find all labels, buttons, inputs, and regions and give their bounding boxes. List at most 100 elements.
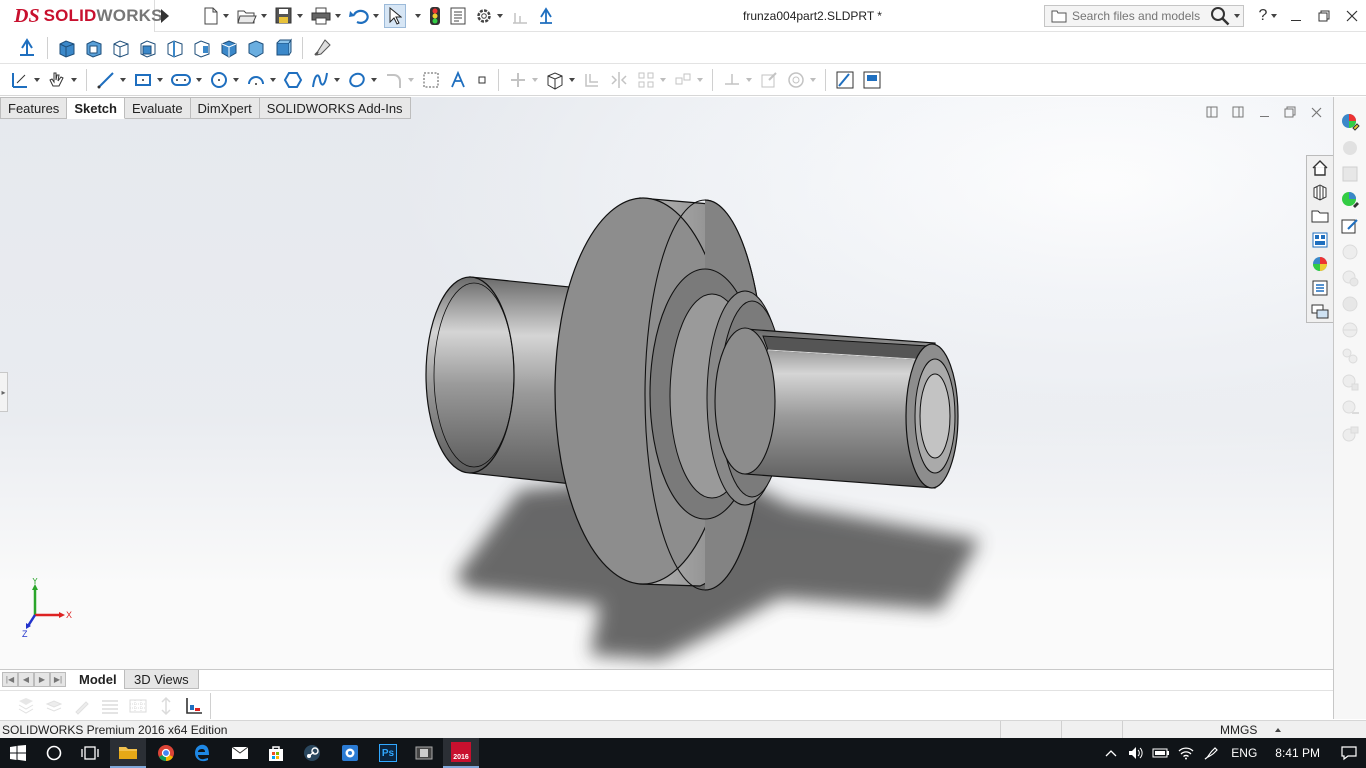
smart-dimension-button[interactable] <box>8 68 42 92</box>
unit-system[interactable]: MMGS <box>1220 723 1257 737</box>
sweep-boss-button[interactable] <box>109 36 133 60</box>
arc-button[interactable] <box>244 68 278 92</box>
select-button[interactable] <box>384 4 406 28</box>
exit-sketch-button[interactable] <box>14 36 40 60</box>
schedule-render-button[interactable] <box>1339 423 1361 444</box>
view-tool-7-button[interactable] <box>182 694 206 718</box>
part-model[interactable] <box>0 97 1333 672</box>
tray-show-hidden-button[interactable] <box>1098 738 1123 768</box>
taskbar-file-explorer[interactable] <box>110 738 146 768</box>
close-button[interactable] <box>1338 0 1366 32</box>
file-explorer-tab[interactable] <box>1310 206 1331 226</box>
taskbar-app-blue[interactable] <box>332 738 368 768</box>
rapid-sketch-button[interactable] <box>833 68 857 92</box>
mirror-entities-button[interactable] <box>607 68 631 92</box>
tray-language[interactable]: ENG <box>1223 746 1265 760</box>
search-cortana-button[interactable] <box>36 738 72 768</box>
tab-evaluate[interactable]: Evaluate <box>124 97 191 119</box>
tray-network-button[interactable] <box>1173 738 1198 768</box>
polygon-button[interactable] <box>281 68 305 92</box>
render-region-button[interactable] <box>1339 371 1361 392</box>
viewport-close-button[interactable] <box>1307 103 1325 121</box>
spline-button[interactable] <box>308 68 342 92</box>
chamfer-button[interactable] <box>244 36 268 60</box>
text-button[interactable] <box>446 68 470 92</box>
view-tool-5-button[interactable] <box>126 694 150 718</box>
revolve-boss-button[interactable] <box>82 36 106 60</box>
undo-button[interactable] <box>346 4 382 28</box>
ellipse-button[interactable] <box>345 68 379 92</box>
boundary-boss-button[interactable] <box>163 36 187 60</box>
viewport-restore-button[interactable] <box>1281 103 1299 121</box>
feature-manager-flyout-handle[interactable]: ▸ <box>0 372 8 412</box>
start-button[interactable] <box>0 738 36 768</box>
action-center-button[interactable] <box>1332 738 1366 768</box>
linear-pattern-button[interactable] <box>634 68 668 92</box>
first-tab-button[interactable]: |◀ <box>2 672 18 687</box>
tray-battery-button[interactable] <box>1148 738 1173 768</box>
sketch-pan-button[interactable] <box>45 68 79 92</box>
open-button[interactable] <box>234 4 270 28</box>
minimize-button[interactable] <box>1282 0 1310 32</box>
chevron-up-icon[interactable] <box>1275 728 1281 732</box>
tray-clock[interactable]: 8:41 PM <box>1265 746 1332 760</box>
taskbar-solidworks[interactable]: 2016 <box>443 738 479 768</box>
extrude-boss-button[interactable] <box>55 36 79 60</box>
forum-tab[interactable] <box>1310 302 1331 322</box>
custom-properties-tab[interactable] <box>1310 278 1331 298</box>
solidworks-logo[interactable]: DS SOLIDWORKS <box>0 0 163 32</box>
offset-entities-button[interactable] <box>580 68 604 92</box>
display-relations-button[interactable] <box>720 68 754 92</box>
tray-pen-button[interactable] <box>1198 738 1223 768</box>
viewport-tile-right-button[interactable] <box>1229 103 1247 121</box>
rectangle-button[interactable] <box>131 68 165 92</box>
menu-expand-button[interactable] <box>157 5 173 27</box>
graphics-viewport[interactable] <box>0 97 1333 672</box>
instant2d-button[interactable] <box>860 68 884 92</box>
extruded-cut-button[interactable] <box>190 36 214 60</box>
tab-features[interactable]: Features <box>0 97 68 119</box>
line-button[interactable] <box>94 68 128 92</box>
plane-button[interactable] <box>419 68 443 92</box>
new-document-button[interactable] <box>200 4 232 28</box>
scene-button[interactable] <box>1339 137 1361 158</box>
view-tool-2-button[interactable] <box>42 694 66 718</box>
slot-button[interactable] <box>168 68 204 92</box>
tab-3d-views[interactable]: 3D Views <box>124 670 199 689</box>
help-button[interactable]: ? <box>1254 0 1282 32</box>
select-dropdown-button[interactable] <box>408 4 424 28</box>
ambient-occlusion-button[interactable] <box>1339 293 1361 314</box>
solidworks-resources-tab[interactable] <box>1310 158 1331 178</box>
anchor-button[interactable] <box>534 4 558 28</box>
task-view-button[interactable] <box>72 738 108 768</box>
loft-boss-button[interactable] <box>136 36 160 60</box>
render-button[interactable] <box>1339 189 1361 210</box>
view-tool-3-button[interactable] <box>70 694 94 718</box>
trim-entities-button[interactable] <box>506 68 540 92</box>
design-library-tab[interactable] <box>1310 182 1331 202</box>
repair-sketch-button[interactable] <box>757 68 781 92</box>
print-button[interactable] <box>308 4 344 28</box>
viewport-minimize-button[interactable] <box>1255 103 1273 121</box>
taskbar-edge[interactable] <box>184 738 220 768</box>
file-properties-button[interactable] <box>446 4 470 28</box>
point-button[interactable] <box>473 68 491 92</box>
search-input[interactable] <box>1072 9 1207 23</box>
restore-button[interactable] <box>1310 0 1338 32</box>
taskbar-steam[interactable] <box>294 738 330 768</box>
appearances-tab[interactable] <box>1310 254 1331 274</box>
last-tab-button[interactable]: ▶| <box>50 672 66 687</box>
convert-entities-button[interactable] <box>543 68 577 92</box>
realview-button[interactable] <box>1339 241 1361 262</box>
rebuild-button[interactable] <box>426 4 444 28</box>
final-render-button[interactable] <box>1339 397 1361 418</box>
next-tab-button[interactable]: ▶ <box>34 672 50 687</box>
view-tool-1-button[interactable] <box>14 694 38 718</box>
taskbar-photoshop[interactable]: Ps <box>370 738 406 768</box>
view-palette-tab[interactable] <box>1310 230 1331 250</box>
cartoon-button[interactable] <box>1339 345 1361 366</box>
appearance-button[interactable] <box>1339 111 1361 132</box>
tray-volume-button[interactable] <box>1123 738 1148 768</box>
taskbar-store[interactable] <box>258 738 294 768</box>
view-tool-4-button[interactable] <box>98 694 122 718</box>
